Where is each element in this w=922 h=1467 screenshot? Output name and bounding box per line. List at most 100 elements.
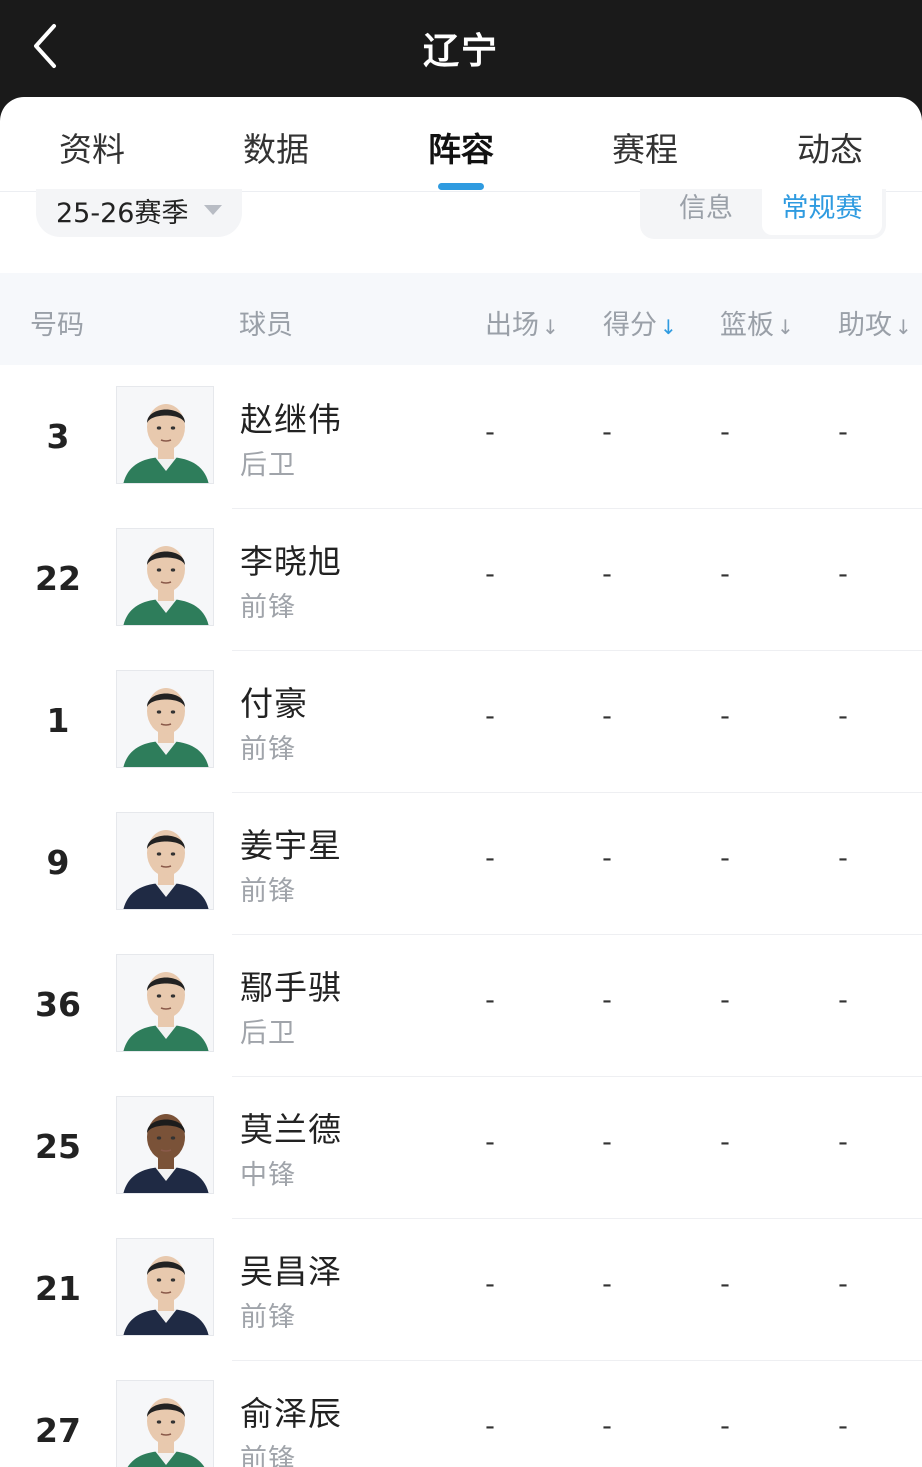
tab-profile[interactable]: 资料: [22, 123, 162, 171]
sort-arrow-icon: ↓: [542, 315, 559, 339]
stat-rebounds: -: [720, 417, 730, 448]
player-name[interactable]: 李晓旭: [240, 535, 342, 583]
stat-assists: -: [838, 417, 848, 448]
stat-assists: -: [838, 559, 848, 590]
tab-roster[interactable]: 阵容: [391, 123, 531, 171]
table-row[interactable]: 22 李晓旭 前锋 - - - -: [0, 509, 922, 651]
stat-rebounds: -: [720, 1269, 730, 1300]
stat-games: -: [485, 701, 495, 732]
header-number: 号码: [30, 310, 84, 341]
top-bar: 辽宁: [0, 0, 922, 100]
stat-rebounds: -: [720, 985, 730, 1016]
stat-rebounds: -: [720, 1411, 730, 1442]
player-number: 3: [46, 417, 70, 456]
table-row[interactable]: 27 俞泽辰前锋 - - - -: [0, 1361, 922, 1467]
player-avatar[interactable]: [116, 812, 214, 910]
player-avatar[interactable]: [116, 670, 214, 768]
player-avatar[interactable]: [116, 528, 214, 626]
tab-schedule[interactable]: 赛程: [575, 123, 715, 171]
player-name[interactable]: 莫兰德: [240, 1103, 342, 1151]
player-number: 22: [35, 559, 81, 598]
sort-arrow-icon: ↓: [777, 315, 794, 339]
player-position: 后卫: [240, 450, 296, 481]
stat-games: -: [485, 985, 495, 1016]
content-card: 资料 数据 阵容 赛程 动态 25-26赛季 信息 常规赛 号码 球员 出场 ↓ …: [0, 97, 922, 1467]
player-avatar[interactable]: [116, 386, 214, 484]
player-avatar[interactable]: [116, 1096, 214, 1194]
player-number: 27: [35, 1411, 81, 1450]
header-points[interactable]: 得分 ↓: [603, 303, 677, 342]
player-number: 36: [35, 985, 81, 1024]
stat-games: -: [485, 1411, 495, 1442]
stat-rebounds: -: [720, 843, 730, 874]
stat-assists: -: [838, 985, 848, 1016]
player-avatar[interactable]: [116, 954, 214, 1052]
table-row[interactable]: 36 鄢手骐后卫 - - - -: [0, 935, 922, 1077]
player-position: 后卫: [240, 1018, 296, 1049]
sort-arrow-icon: ↓: [895, 315, 912, 339]
player-avatar[interactable]: [116, 1380, 214, 1467]
header-games[interactable]: 出场 ↓: [485, 303, 559, 342]
table-header: 号码 球员 出场 ↓ 得分 ↓ 篮板 ↓ 助攻 ↓: [0, 273, 922, 365]
player-position: 前锋: [240, 1302, 296, 1333]
segment-regular-season[interactable]: 常规赛: [762, 189, 882, 235]
stat-rebounds: -: [720, 1127, 730, 1158]
stat-assists: -: [838, 843, 848, 874]
header-rebounds[interactable]: 篮板 ↓: [720, 303, 794, 342]
stat-points: -: [602, 417, 612, 448]
caret-down-icon: [204, 205, 222, 215]
stat-rebounds: -: [720, 559, 730, 590]
stat-points: -: [602, 985, 612, 1016]
table-row[interactable]: 21 吴昌泽 前锋 - - - -: [0, 1219, 922, 1361]
stat-points: -: [602, 843, 612, 874]
header-player: 球员: [239, 310, 293, 341]
player-name[interactable]: 付豪: [240, 677, 308, 725]
player-position: 中锋: [240, 1160, 296, 1191]
table-row[interactable]: 9 姜宇星前锋 - - - -: [0, 793, 922, 935]
active-tab-indicator: [438, 183, 484, 190]
player-number: 9: [46, 843, 70, 882]
header-rebounds-label: 篮板: [720, 310, 774, 341]
page-title: 辽宁: [422, 31, 499, 72]
header-games-label: 出场: [485, 310, 539, 341]
stat-points: -: [602, 1411, 612, 1442]
player-position: 前锋: [240, 592, 296, 623]
stat-games: -: [485, 417, 495, 448]
table-row[interactable]: 3 赵继伟后卫 - - - -: [0, 367, 922, 509]
player-position: 前锋: [240, 1444, 296, 1467]
stat-games: -: [485, 1127, 495, 1158]
season-label: 25-26赛季: [56, 198, 189, 229]
table-row[interactable]: 1 付豪 前锋 - - - -: [0, 651, 922, 793]
segment-control: 信息 常规赛: [640, 189, 886, 239]
season-dropdown[interactable]: 25-26赛季: [36, 189, 242, 237]
stat-games: -: [485, 559, 495, 590]
player-number: 1: [46, 701, 70, 740]
player-name[interactable]: 赵继伟: [240, 393, 342, 441]
tab-stats[interactable]: 数据: [206, 123, 346, 171]
player-name[interactable]: 俞泽辰: [240, 1387, 342, 1435]
stat-rebounds: -: [720, 701, 730, 732]
header-assists-label: 助攻: [838, 310, 892, 341]
table-row[interactable]: 25 莫兰德中锋 - - - -: [0, 1077, 922, 1219]
stat-assists: -: [838, 1269, 848, 1300]
stat-assists: -: [838, 701, 848, 732]
stat-points: -: [602, 1127, 612, 1158]
player-position: 前锋: [240, 876, 296, 907]
player-name[interactable]: 姜宇星: [240, 819, 342, 867]
player-avatar[interactable]: [116, 1238, 214, 1336]
tab-bar: 资料 数据 阵容 赛程 动态: [0, 97, 922, 192]
player-number: 25: [35, 1127, 81, 1166]
sort-arrow-icon: ↓: [660, 315, 677, 339]
stat-points: -: [602, 701, 612, 732]
stat-points: -: [602, 1269, 612, 1300]
header-points-label: 得分: [603, 310, 657, 341]
stat-assists: -: [838, 1127, 848, 1158]
player-name[interactable]: 鄢手骐: [240, 961, 342, 1009]
segment-info[interactable]: 信息: [646, 189, 766, 235]
player-name[interactable]: 吴昌泽: [240, 1245, 342, 1293]
header-assists[interactable]: 助攻 ↓: [838, 303, 912, 342]
tab-news[interactable]: 动态: [760, 123, 900, 171]
stat-games: -: [485, 843, 495, 874]
stat-games: -: [485, 1269, 495, 1300]
stat-assists: -: [838, 1411, 848, 1442]
